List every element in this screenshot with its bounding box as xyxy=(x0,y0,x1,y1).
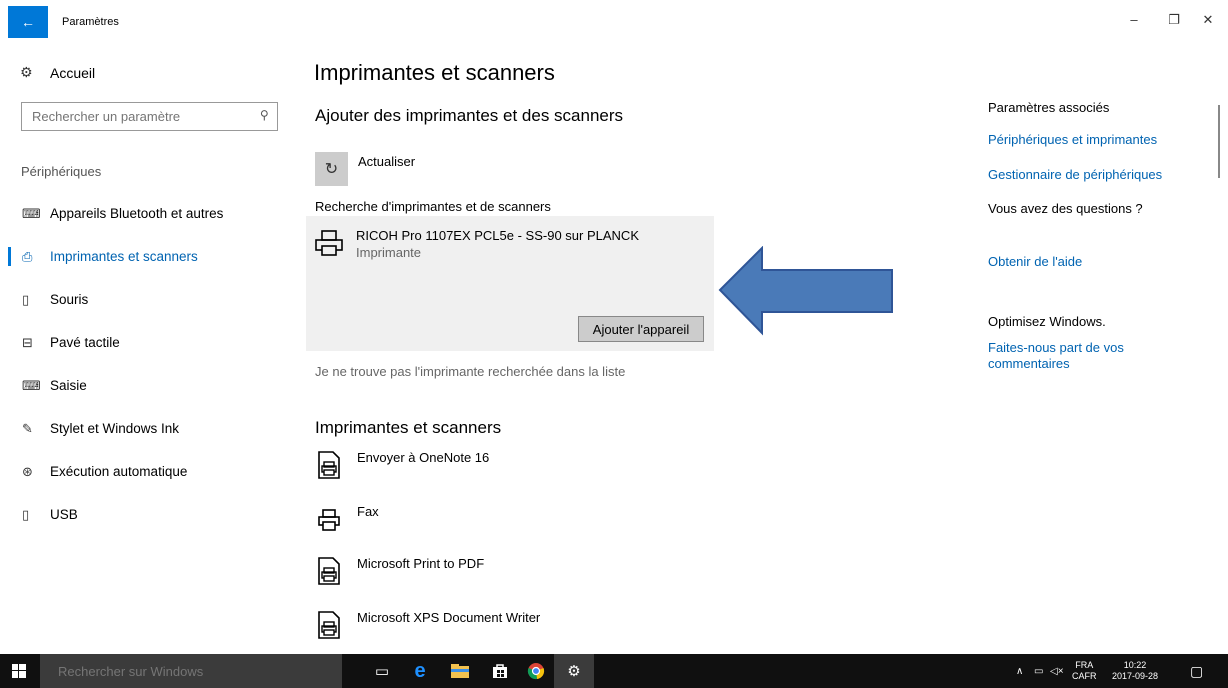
sidebar-item-pen[interactable]: ✎ Stylet et Windows Ink xyxy=(0,407,300,450)
clock-time: 10:22 xyxy=(1123,660,1147,670)
taskbar-search[interactable] xyxy=(40,654,342,688)
annotation-arrow xyxy=(718,246,893,336)
printer-name: Microsoft Print to PDF xyxy=(357,556,485,571)
taskbar-search-input[interactable] xyxy=(40,654,320,688)
printer-icon: ⎙ xyxy=(22,248,33,264)
found-device-card[interactable]: RICOH Pro 1107EX PCL5e - SS-90 sur PLANC… xyxy=(306,216,714,351)
printer-list-item[interactable]: Microsoft XPS Document Writer xyxy=(318,610,718,656)
devices-and-printers-link[interactable]: Périphériques et imprimantes xyxy=(988,132,1198,148)
feedback-link[interactable]: Faites-nous part de vos commentaires xyxy=(988,340,1148,372)
refresh-button[interactable]: ↻ xyxy=(315,152,348,186)
sidebar-item-label: Stylet et Windows Ink xyxy=(50,421,180,436)
taskbar: ▭ e ⚙ ∧ ▭ ◁× FRA CAFR 10:22 2017-09-28 ▢ xyxy=(0,654,1228,688)
settings-search[interactable]: ⚲ xyxy=(21,102,278,131)
sidebar-item-label: Pavé tactile xyxy=(50,335,120,350)
sidebar-item-label: Imprimantes et scanners xyxy=(50,249,198,264)
sidebar-item-mouse[interactable]: ▯ Souris xyxy=(0,278,300,321)
device-manager-link[interactable]: Gestionnaire de périphériques xyxy=(988,167,1198,183)
sidebar-item-autoplay[interactable]: ⊛ Exécution automatique xyxy=(0,450,300,493)
document-printer-icon xyxy=(318,611,340,639)
sidebar-nav: ⌨ Appareils Bluetooth et autres ⎙ Imprim… xyxy=(0,192,300,536)
touchpad-icon: ⊟ xyxy=(22,334,33,350)
battery-icon[interactable]: ▭ xyxy=(1034,654,1043,688)
show-hidden-icons-icon[interactable]: ∧ xyxy=(1016,654,1023,688)
sidebar-item-usb[interactable]: ▯ USB xyxy=(0,493,300,536)
questions-heading: Vous avez des questions ? xyxy=(988,201,1143,216)
keyboard-code: CAFR xyxy=(1072,671,1097,681)
document-printer-icon xyxy=(318,557,340,585)
usb-icon: ▯ xyxy=(22,506,30,522)
bluetooth-devices-icon: ⌨ xyxy=(22,205,41,221)
sidebar: ⚙ Accueil ⚲ Périphériques ⌨ Appareils Bl… xyxy=(0,46,300,654)
sidebar-item-label: Souris xyxy=(50,292,89,307)
refresh-label[interactable]: Actualiser xyxy=(358,154,415,169)
sidebar-item-label: Saisie xyxy=(50,378,87,393)
back-button[interactable]: ← xyxy=(8,6,48,38)
related-settings-heading: Paramètres associés xyxy=(988,100,1110,115)
restore-button[interactable]: ❐ xyxy=(1162,12,1186,28)
improve-windows-heading: Optimisez Windows. xyxy=(988,314,1106,329)
section-label: Périphériques xyxy=(21,164,102,179)
start-button[interactable] xyxy=(0,654,38,688)
title-bar: ← Paramètres – ❐ ✕ xyxy=(0,0,1228,46)
search-icon[interactable]: ⚲ xyxy=(260,108,269,122)
home-label: Accueil xyxy=(50,64,96,81)
main-content: Imprimantes et scanners Ajouter des impr… xyxy=(306,46,954,656)
sidebar-item-typing[interactable]: ⌨ Saisie xyxy=(0,364,300,407)
autoplay-icon: ⊛ xyxy=(22,463,33,479)
printer-list-item[interactable]: Envoyer à OneNote 16 xyxy=(318,450,718,496)
gear-icon: ⚙ xyxy=(20,64,33,80)
add-device-button[interactable]: Ajouter l'appareil xyxy=(578,316,704,342)
minimize-button[interactable]: – xyxy=(1122,12,1146,27)
settings-taskbar-icon[interactable]: ⚙ xyxy=(554,654,594,688)
get-help-link[interactable]: Obtenir de l'aide xyxy=(988,254,1198,270)
add-section-title: Ajouter des imprimantes et des scanners xyxy=(315,106,624,125)
printers-section-title: Imprimantes et scanners xyxy=(315,418,502,437)
back-arrow-icon: ← xyxy=(21,14,35,30)
sidebar-item-label: Exécution automatique xyxy=(50,464,188,479)
store-icon[interactable] xyxy=(480,654,520,688)
document-printer-icon xyxy=(318,451,340,479)
refresh-icon: ↻ xyxy=(324,161,339,178)
sidebar-item-printers[interactable]: ⎙ Imprimantes et scanners xyxy=(0,235,300,278)
input-language-indicator[interactable]: FRA CAFR xyxy=(1072,654,1097,688)
speaker-muted-icon[interactable]: ◁× xyxy=(1050,654,1064,688)
language-code: FRA xyxy=(1075,660,1094,670)
printer-not-listed-link[interactable]: Je ne trouve pas l'imprimante recherchée… xyxy=(315,364,625,379)
clock-date: 2017-09-28 xyxy=(1112,671,1159,681)
task-view-icon[interactable]: ▭ xyxy=(362,654,402,688)
clock[interactable]: 10:22 2017-09-28 xyxy=(1112,654,1158,688)
window-title: Paramètres xyxy=(62,16,119,28)
device-type: Imprimante xyxy=(356,245,422,260)
file-explorer-icon[interactable] xyxy=(440,654,480,688)
action-center-icon[interactable]: ▢ xyxy=(1190,654,1203,688)
home-link[interactable]: ⚙ Accueil xyxy=(20,64,95,81)
printer-icon xyxy=(315,230,343,256)
settings-search-input[interactable] xyxy=(22,103,242,130)
printer-name: Envoyer à OneNote 16 xyxy=(357,450,490,465)
sidebar-item-touchpad[interactable]: ⊟ Pavé tactile xyxy=(0,321,300,364)
printer-list-item[interactable]: Fax xyxy=(318,504,718,550)
printer-name: Microsoft XPS Document Writer xyxy=(357,610,541,625)
searching-status: Recherche d'imprimantes et de scanners xyxy=(315,199,551,214)
device-name: RICOH Pro 1107EX PCL5e - SS-90 sur PLANC… xyxy=(356,228,639,243)
fax-printer-icon xyxy=(318,509,340,531)
sidebar-item-label: Appareils Bluetooth et autres xyxy=(50,206,224,221)
keyboard-icon: ⌨ xyxy=(22,377,41,393)
mouse-icon: ▯ xyxy=(22,291,30,307)
close-button[interactable]: ✕ xyxy=(1196,12,1220,28)
printer-name: Fax xyxy=(357,504,379,519)
page-title: Imprimantes et scanners xyxy=(314,60,555,85)
printer-list-item[interactable]: Microsoft Print to PDF xyxy=(318,556,718,602)
sidebar-item-label: USB xyxy=(50,507,78,522)
sidebar-item-bluetooth[interactable]: ⌨ Appareils Bluetooth et autres xyxy=(0,192,300,235)
chrome-icon[interactable] xyxy=(516,654,556,688)
windows-logo-icon xyxy=(12,664,26,678)
pen-icon: ✎ xyxy=(22,420,33,436)
edge-browser-icon[interactable]: e xyxy=(400,654,440,688)
scrollbar[interactable] xyxy=(1218,105,1220,178)
